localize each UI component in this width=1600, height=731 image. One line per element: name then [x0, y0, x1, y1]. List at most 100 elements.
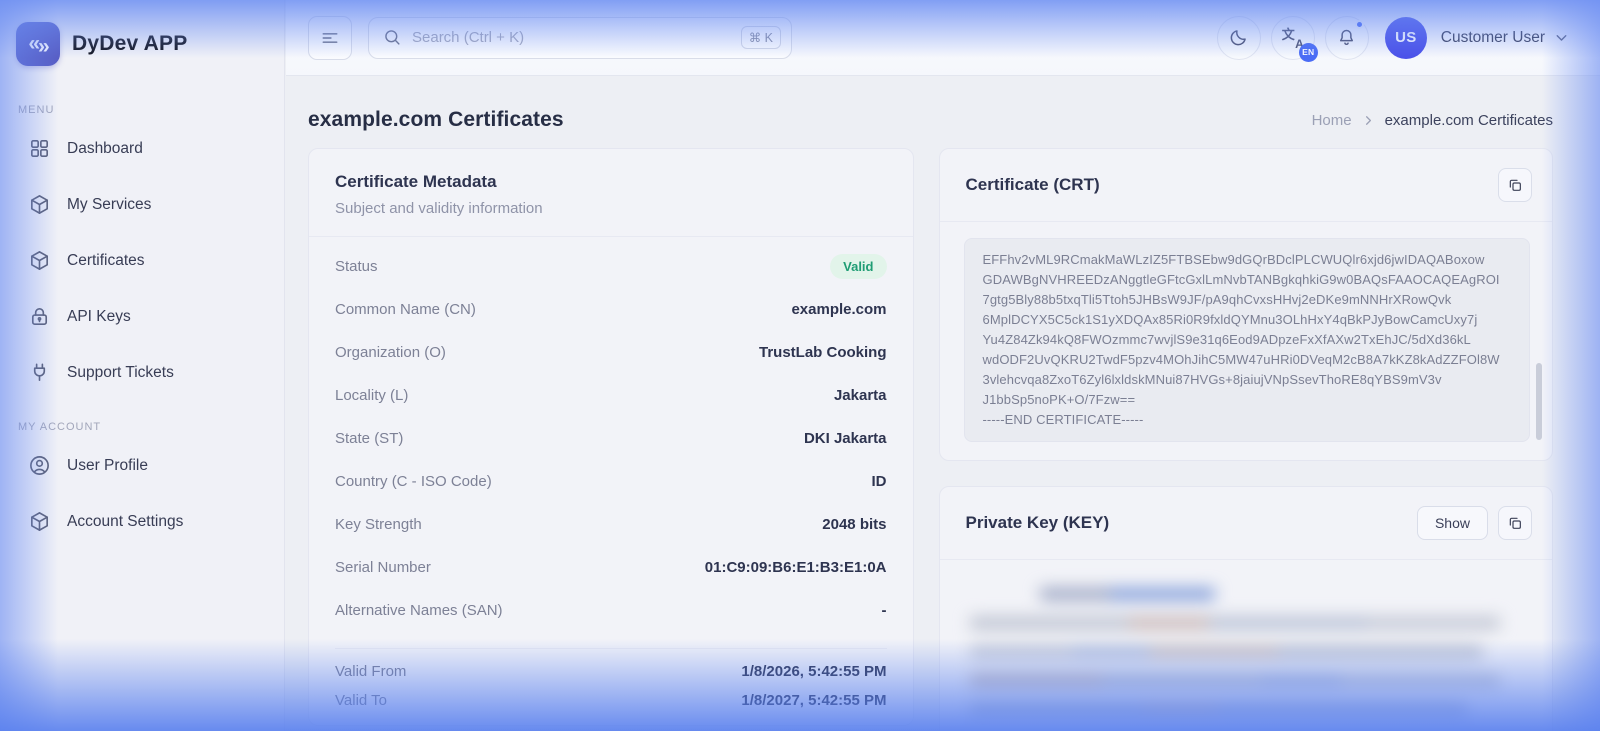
- crt-card-actions: [1498, 168, 1532, 202]
- crt-line: -----END CERTIFICATE-----: [983, 410, 1512, 430]
- metadata-row: Key Strength 2048 bits: [335, 503, 887, 546]
- chevron-down-icon: [1553, 29, 1570, 46]
- metadata-card-title: Certificate Metadata: [335, 172, 887, 192]
- crt-line: EFFhv2vML9RCmakMaWLzIZ5FTBSEbw9dGQrBDclP…: [983, 250, 1512, 270]
- row-label: Serial Number: [335, 559, 431, 576]
- metadata-row: Organization (O) TrustLab Cooking: [335, 331, 887, 374]
- sidebar-item-certificates[interactable]: Certificates: [16, 238, 268, 283]
- row-label: State (ST): [335, 430, 403, 447]
- main-area: ⌘ K 文A EN: [286, 0, 1600, 731]
- breadcrumb-home-link[interactable]: Home: [1312, 112, 1352, 129]
- chevron-right-icon: [1361, 113, 1376, 128]
- crt-line: 6MplDCYX5C5ck1S1yXDQAx85Ri0R9fxldQYMnu3O…: [983, 310, 1512, 330]
- sidebar: «» DyDev APP MENU Dashboard My Services …: [0, 0, 285, 731]
- row-label: Common Name (CN): [335, 301, 476, 318]
- status-badge: Valid: [830, 254, 886, 279]
- sidebar-item-label: Certificates: [67, 252, 145, 270]
- crt-code-wrapper: EFFhv2vML9RCmakMaWLzIZ5FTBSEbw9dGQrBDclP…: [964, 238, 1531, 442]
- sidebar-section-account-label: MY ACCOUNT: [18, 421, 268, 433]
- row-value: 1/8/2027, 5:42:55 PM: [741, 692, 886, 709]
- sidebar-item-label: API Keys: [67, 308, 131, 326]
- user-avatar[interactable]: US: [1385, 17, 1427, 59]
- row-label: Locality (L): [335, 387, 408, 404]
- metadata-row: State (ST) DKI Jakarta: [335, 417, 887, 460]
- search-input[interactable]: [412, 29, 731, 46]
- page-title: example.com Certificates: [308, 108, 564, 132]
- key-card-body: [940, 560, 1553, 731]
- metadata-row: Common Name (CN) example.com: [335, 288, 887, 331]
- sidebar-item-my-services[interactable]: My Services: [16, 182, 268, 227]
- crt-line: GDAWBgNVHREEDzANggtleGFtcGxlLmNvbTANBgkq…: [983, 270, 1512, 290]
- language-button[interactable]: 文A EN: [1271, 16, 1315, 60]
- crt-code-block[interactable]: EFFhv2vML9RCmakMaWLzIZ5FTBSEbw9dGQrBDclP…: [964, 238, 1531, 442]
- sidebar-toggle-button[interactable]: [308, 16, 352, 60]
- sidebar-item-user-profile[interactable]: User Profile: [16, 443, 268, 488]
- search-shortcut-badge: ⌘ K: [741, 26, 781, 49]
- crt-line: 7gtg5Bly88b5txqTli5Ttoh5JHBsW9JF/pA9qhCv…: [983, 290, 1512, 310]
- row-value: Jakarta: [834, 387, 887, 404]
- row-label: Country (C - ISO Code): [335, 473, 492, 490]
- crt-line: Yu4Z84Zk94kQ8FWOzmmc7wvjlS9e31q6Eod9ADpz…: [983, 330, 1512, 350]
- row-value: ID: [872, 473, 887, 490]
- row-label: Organization (O): [335, 344, 446, 361]
- metadata-card-subtitle: Subject and validity information: [335, 200, 887, 217]
- row-value: 2048 bits: [822, 516, 886, 533]
- copy-crt-button[interactable]: [1498, 168, 1532, 202]
- search-icon: [383, 28, 402, 47]
- row-label: Status: [335, 258, 378, 275]
- grid-icon: [28, 137, 51, 160]
- sidebar-item-label: My Services: [67, 196, 151, 214]
- key-card-header: Private Key (KEY) Show: [940, 487, 1553, 560]
- plug-icon: [28, 361, 51, 384]
- user-menu[interactable]: Customer User: [1441, 29, 1570, 47]
- row-label: Valid From: [335, 663, 406, 680]
- topbar: ⌘ K 文A EN: [286, 0, 1600, 76]
- key-card-actions: Show: [1417, 506, 1532, 540]
- content-columns: Certificate Metadata Subject and validit…: [308, 148, 1553, 731]
- row-label: Valid To: [335, 692, 387, 709]
- moon-icon: [1228, 27, 1249, 48]
- brand[interactable]: «» DyDev APP: [16, 22, 268, 66]
- cube-icon: [28, 510, 51, 533]
- crt-line: 3vlehcvqa8ZxoT6Zyl6lxldskMNui87HVGs+8jai…: [983, 370, 1512, 390]
- copy-icon: [1507, 515, 1523, 531]
- row-value: -: [882, 602, 887, 619]
- search-box[interactable]: ⌘ K: [368, 17, 792, 59]
- app-window: «» DyDev APP MENU Dashboard My Services …: [0, 0, 1600, 731]
- sidebar-section-menu-label: MENU: [18, 104, 268, 116]
- row-value: 01:C9:09:B6:E1:B3:E1:0A: [705, 559, 887, 576]
- sidebar-item-api-keys[interactable]: API Keys: [16, 294, 268, 339]
- show-private-key-button[interactable]: Show: [1417, 506, 1488, 540]
- menu-icon: [320, 28, 340, 48]
- metadata-row: Locality (L) Jakarta: [335, 374, 887, 417]
- sidebar-item-support-tickets[interactable]: Support Tickets: [16, 350, 268, 395]
- breadcrumb-current: example.com Certificates: [1385, 112, 1553, 129]
- sidebar-item-account-settings[interactable]: Account Settings: [16, 499, 268, 544]
- metadata-rows: Status Valid Common Name (CN) example.co…: [309, 237, 913, 636]
- app-title: DyDev APP: [72, 32, 187, 56]
- sidebar-item-dashboard[interactable]: Dashboard: [16, 126, 268, 171]
- crt-line: wdODF2UvQKRU2TwdF5pzv4MOhJihC5MW47uHRi0D…: [983, 350, 1512, 370]
- copy-key-button[interactable]: [1498, 506, 1532, 540]
- row-value: 1/8/2026, 5:42:55 PM: [741, 663, 886, 680]
- sidebar-item-label: User Profile: [67, 457, 148, 475]
- notifications-button[interactable]: [1325, 16, 1369, 60]
- redacted-private-key: [966, 580, 1527, 731]
- divider: [335, 648, 887, 649]
- cube-icon: [28, 249, 51, 272]
- crt-scrollbar-thumb[interactable]: [1536, 363, 1542, 440]
- page-header: example.com Certificates Home example.co…: [308, 108, 1553, 132]
- row-label: Key Strength: [335, 516, 422, 533]
- crt-line: J1bbSp5noPK+O/7Fzw==: [983, 390, 1512, 410]
- validity-rows: Valid From 1/8/2026, 5:42:55 PM Valid To…: [309, 657, 913, 725]
- lock-icon: [28, 305, 51, 328]
- theme-toggle-button[interactable]: [1217, 16, 1261, 60]
- notification-dot: [1355, 20, 1364, 29]
- metadata-row-valid-to: Valid To 1/8/2027, 5:42:55 PM: [335, 686, 887, 715]
- app-logo-icon: «»: [16, 22, 60, 66]
- topbar-actions: 文A EN US Customer User: [1217, 16, 1570, 60]
- metadata-row: Alternative Names (SAN) -: [335, 589, 887, 632]
- user-circle-icon: [28, 454, 51, 477]
- right-column: Certificate (CRT) EF: [939, 148, 1554, 731]
- key-card-title: Private Key (KEY): [966, 513, 1110, 533]
